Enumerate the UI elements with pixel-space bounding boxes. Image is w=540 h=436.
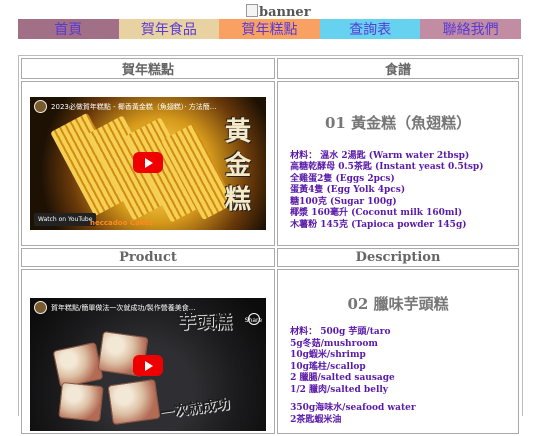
watch-on-youtube-button[interactable]: Watch on YouTube xyxy=(34,213,97,226)
column-header-product: Product xyxy=(21,248,276,267)
table-header-row: 賀年糕點 食譜 xyxy=(21,58,519,79)
recipe-title: 02 臘味芋頭糕 xyxy=(347,295,449,313)
ingredient-line: 10g瑤柱/scallop xyxy=(290,361,366,372)
nav-new-year-cakes[interactable]: 賀年糕點 xyxy=(219,19,320,39)
column-header-cakes: 賀年糕點 xyxy=(21,58,276,79)
ingredient-line: 材料： 500g 芋頭/taro xyxy=(290,327,391,337)
video-overlay-text: 芋頭糕 xyxy=(178,312,233,333)
play-button[interactable] xyxy=(133,152,164,173)
youtube-video-embed[interactable]: 賀年糕點/簡單做法一次就成功/製作營養美食... Share 芋頭糕 一次就成功 xyxy=(30,298,267,431)
table-header-row: Product Description xyxy=(21,248,519,267)
channel-avatar[interactable] xyxy=(34,100,48,113)
ingredient-line: 椰漿 160毫升 (Coconut milk 160ml) xyxy=(290,208,463,219)
play-button[interactable] xyxy=(133,355,164,376)
video-title[interactable]: 賀年糕點/簡單做法一次就成功/製作營養美食... xyxy=(51,303,195,313)
ingredient-line: 全雞蛋2隻 (Eggs 2pcs) xyxy=(290,173,395,184)
column-header-description: Description xyxy=(277,248,519,267)
taro-cake-image xyxy=(58,381,104,423)
table-row: 賀年糕點/簡單做法一次就成功/製作營養美食... Share 芋頭糕 一次就成功… xyxy=(21,269,519,434)
ingredient-line: 10g蝦米/shrimp xyxy=(290,350,366,360)
taro-cake-image xyxy=(52,341,104,389)
top-navigation: 首頁 賀年食品 賀年糕點 查詢表 聯絡我們 xyxy=(18,19,521,39)
table-row: 2023必做賀年糕點 - 椰香黃金糕（魚翅糕）· 方法簡... 黃金糕 Watc… xyxy=(21,81,519,246)
share-button[interactable]: Share xyxy=(245,317,262,324)
nav-inquiry[interactable]: 查詢表 xyxy=(319,19,421,39)
ingredient-line: 木薯粉 145克 (Tapioca powder 145g) xyxy=(290,219,467,230)
ingredient-line: 2 臘腸/salted sausage xyxy=(290,373,395,383)
recipe-cell: 02 臘味芋頭糕 材料： 500g 芋頭/taro 5g冬菇/mushroom … xyxy=(277,269,519,434)
column-header-recipe: 食譜 xyxy=(277,58,519,79)
video-title-bar: 2023必做賀年糕點 - 椰香黃金糕（魚翅糕）· 方法簡... xyxy=(34,100,262,113)
nav-contact[interactable]: 聯絡我們 xyxy=(420,19,521,39)
youtube-video-embed[interactable]: 2023必做賀年糕點 - 椰香黃金糕（魚翅糕）· 方法簡... 黃金糕 Watc… xyxy=(30,97,267,230)
ingredient-line: 材料： 溫水 2湯匙 (Warm water 2tbsp) xyxy=(290,150,470,161)
ingredient-list: 材料： 溫水 2湯匙 (Warm water 2tbsp) 高糖乾酵母 0.5茶… xyxy=(278,133,518,232)
banner-alt-text: banner xyxy=(259,5,311,20)
video-caption: neccadoo Cakes xyxy=(90,219,154,227)
recipe-table: 賀年糕點 食譜 2023必做賀年糕點 - 椰香黃金糕（魚翅糕）· 方法簡... … xyxy=(19,56,521,436)
banner-image: banner xyxy=(246,4,311,20)
ingredient-line: 1/2 臘肉/salted belly xyxy=(290,384,389,395)
video-overlay-text-2: 一次就成功 xyxy=(159,396,231,422)
video-overlay-text: 黃金糕 xyxy=(225,117,252,215)
nav-new-year-food[interactable]: 賀年食品 xyxy=(118,19,220,39)
ingredient-line: 2茶匙蝦米油 xyxy=(290,414,342,425)
video-cell: 賀年糕點/簡單做法一次就成功/製作營養美食... Share 芋頭糕 一次就成功 xyxy=(21,269,276,434)
ingredient-line: 5g冬菇/mushroom xyxy=(290,338,378,349)
ingredient-list: 材料： 500g 芋頭/taro 5g冬菇/mushroom 10g蝦米/shr… xyxy=(278,314,518,426)
video-cell: 2023必做賀年糕點 - 椰香黃金糕（魚翅糕）· 方法簡... 黃金糕 Watc… xyxy=(21,81,276,246)
broken-image-icon xyxy=(246,4,258,17)
ingredient-line: 高糖乾酵母 0.5茶匙 (Instant yeast 0.5tsp) xyxy=(290,162,484,173)
recipe-title: 01 黃金糕（魚翅糕） xyxy=(324,113,472,132)
nav-home[interactable]: 首頁 xyxy=(18,19,119,39)
ingredient-gap xyxy=(290,396,518,403)
ingredient-line: 糖100克 (Sugar 100g) xyxy=(290,196,397,207)
recipe-cell: 01 黃金糕（魚翅糕） 材料： 溫水 2湯匙 (Warm water 2tbsp… xyxy=(277,81,519,246)
ingredient-line: 蛋黃4隻 (Egg Yolk 4pcs) xyxy=(290,185,406,196)
video-title[interactable]: 2023必做賀年糕點 - 椰香黃金糕（魚翅糕）· 方法簡... xyxy=(51,102,216,112)
channel-avatar[interactable] xyxy=(34,301,48,314)
taro-cake-image xyxy=(107,378,161,426)
